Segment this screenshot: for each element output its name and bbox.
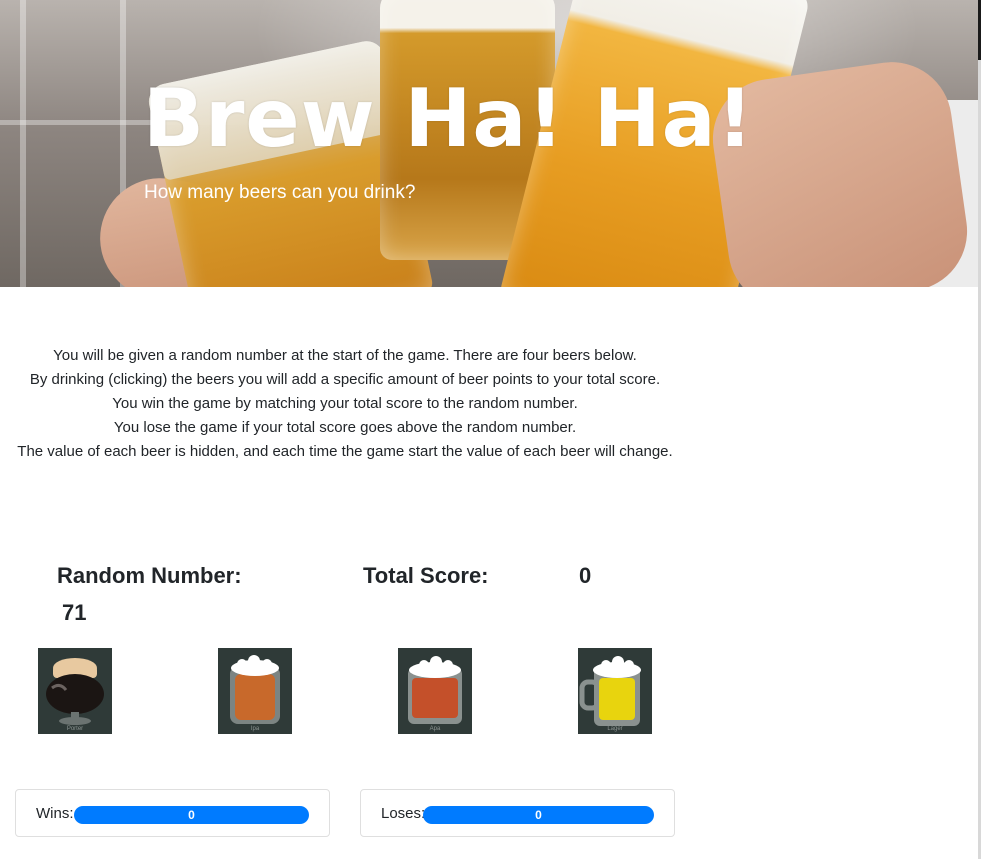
beer-name: Apa — [429, 726, 441, 732]
lager-beer-button[interactable]: Lager — [578, 648, 652, 734]
beer-name: Lager — [607, 726, 623, 732]
random-number-label: Random Number: — [57, 563, 242, 588]
wins-label: Wins: — [36, 805, 74, 822]
instructions: You will be given a random number at the… — [15, 344, 675, 464]
ipa-beer-icon — [230, 655, 280, 724]
loses-card: Loses: 0 — [360, 789, 675, 837]
lager-beer-icon — [579, 656, 641, 726]
instruction-line: You win the game by matching your total … — [112, 395, 578, 412]
window-pane — [20, 0, 26, 287]
apa-beer-icon — [408, 656, 462, 724]
porter-beer-icon — [46, 658, 104, 725]
apa-beer-button[interactable]: Apa — [398, 648, 472, 734]
random-number-value: 71 — [62, 600, 87, 625]
porter-beer-button[interactable]: Porter — [38, 648, 112, 734]
total-score-value: 0 — [579, 563, 592, 588]
total-score-label: Total Score: — [363, 563, 489, 588]
loses-label: Loses: — [381, 805, 426, 822]
wins-card: Wins: 0 — [15, 789, 330, 837]
beer-name: Ipa — [250, 726, 260, 732]
loses-progress-bar: 0 — [423, 806, 654, 824]
wins-progress-bar: 0 — [74, 806, 309, 824]
page-title: Brew Ha! Ha! — [143, 72, 755, 165]
instruction-line: The value of each beer is hidden, and ea… — [17, 443, 673, 460]
hero-banner: Brew Ha! Ha! How many beers can you drin… — [0, 0, 978, 287]
ipa-beer-button[interactable]: Ipa — [218, 648, 292, 734]
instruction-line: You will be given a random number at the… — [53, 347, 637, 364]
instruction-line: By drinking (clicking) the beers you wil… — [29, 371, 661, 388]
beer-name: Porter — [66, 726, 84, 732]
page-subtitle: How many beers can you drink? — [144, 182, 416, 203]
instruction-line: You lose the game if your total score go… — [113, 419, 577, 436]
